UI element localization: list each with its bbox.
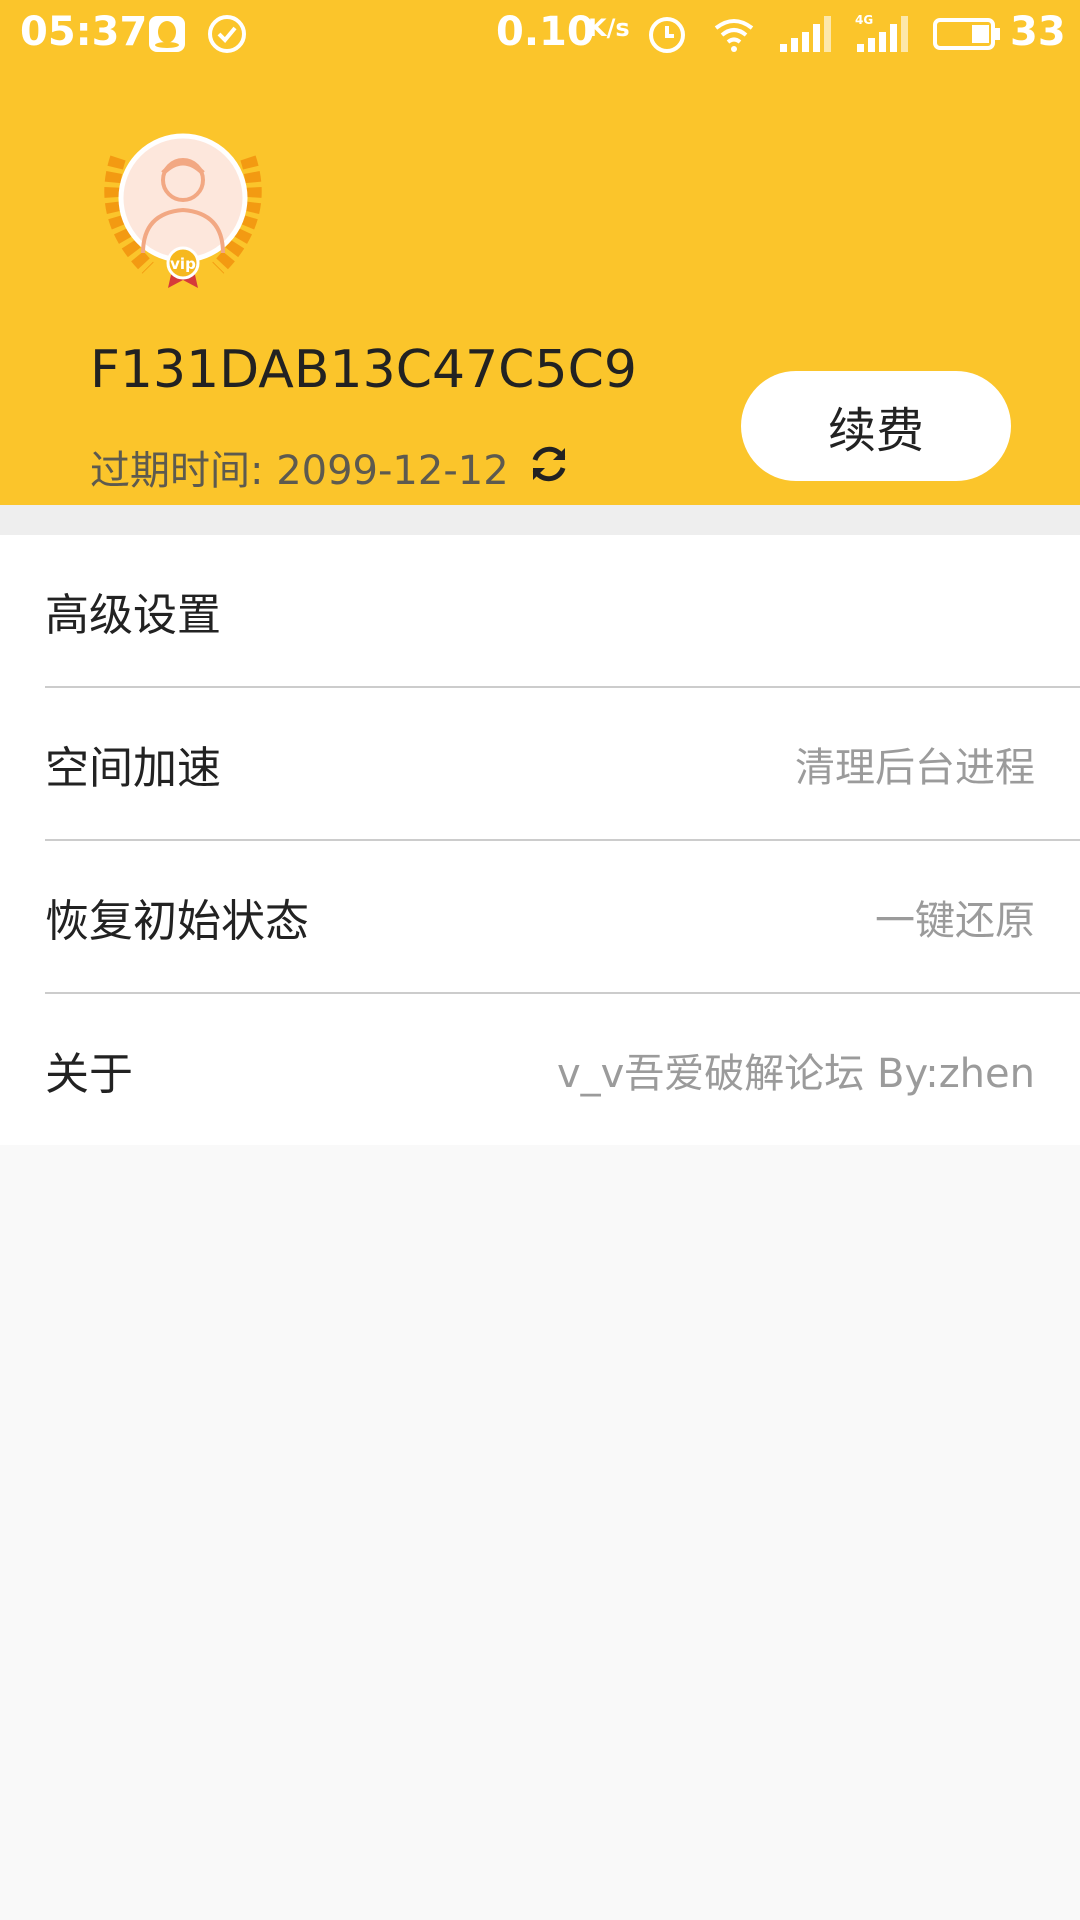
check-circle-icon [208,15,246,53]
menu-item-restore-defaults[interactable]: 恢复初始状态 一键还原 [0,841,1080,992]
menu-item-space-boost[interactable]: 空间加速 清理后台进程 [0,688,1080,839]
expire-date: 过期时间: 2099-12-12 [90,448,509,494]
network-speed: 0.10 [496,9,595,55]
profile-header: 05:37 0.10 K/s 4G 33 vip F131DAB13C47C5C… [0,0,1080,505]
alarm-icon [649,17,685,53]
menu-item-label: 关于 [45,1048,133,1100]
menu-item-label: 恢复初始状态 [45,895,309,947]
qq-icon [149,16,185,52]
vip-badge-text: vip [170,255,196,273]
menu-item-advanced-settings[interactable]: 高级设置 [0,535,1080,686]
status-bar: 05:37 0.10 K/s 4G 33 [0,0,1080,66]
menu-item-value: 一键还原 [875,897,1035,944]
menu-item-label: 空间加速 [45,742,221,794]
renew-button[interactable]: 续费 [741,371,1011,481]
svg-text:4G: 4G [855,13,873,27]
network-speed-unit: K/s [588,14,630,42]
battery-level: 33 [1010,9,1066,55]
menu-item-about[interactable]: 关于 v_v吾爱破解论坛 By:zhen [0,994,1080,1145]
battery-icon [933,18,1000,50]
status-time: 05:37 [20,9,148,55]
menu-item-label: 高级设置 [45,589,221,641]
section-gap [0,505,1080,535]
signal-4g-icon: 4G [855,13,908,52]
settings-menu: 高级设置 空间加速 清理后台进程 恢复初始状态 一键还原 关于 v_v吾爱破解论… [0,535,1080,1145]
user-id: F131DAB13C47C5C9 [90,340,637,400]
menu-item-value: 清理后台进程 [795,744,1035,791]
menu-item-value: v_v吾爱破解论坛 By:zhen [556,1050,1035,1097]
wifi-icon [714,19,754,52]
refresh-icon[interactable] [525,440,573,488]
signal-icon [780,16,831,52]
vip-avatar: vip [104,133,262,288]
